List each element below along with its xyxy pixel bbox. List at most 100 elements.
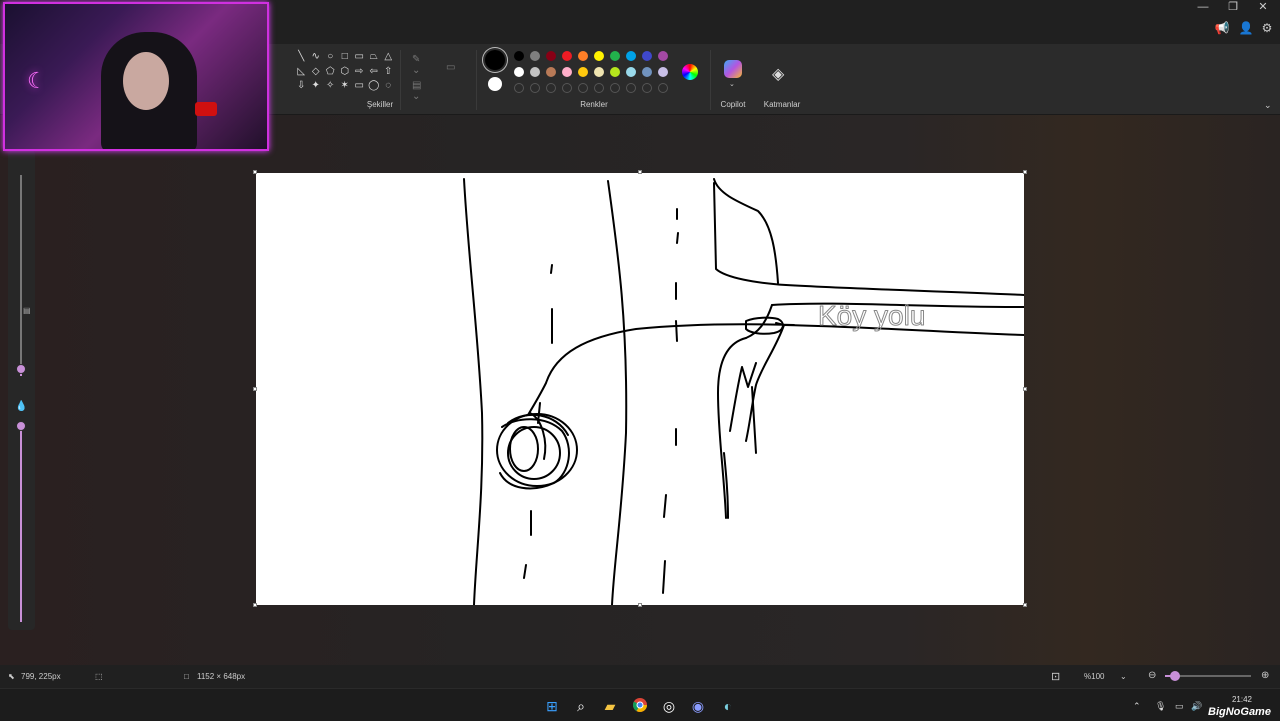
- custom-color-slot[interactable]: [546, 83, 556, 93]
- shape-tool[interactable]: ∿: [309, 50, 324, 65]
- paint-icon[interactable]: ◐: [719, 697, 737, 715]
- shape-tool[interactable]: ✦: [309, 79, 324, 94]
- layers-icon[interactable]: ◈: [772, 64, 784, 84]
- edit-colors-icon[interactable]: [682, 64, 698, 80]
- custom-color-slot[interactable]: [578, 83, 588, 93]
- color-swatch[interactable]: [626, 51, 636, 61]
- maximize-icon[interactable]: ❐: [1218, 0, 1248, 14]
- resize-handle[interactable]: [1023, 170, 1027, 174]
- shape-tool[interactable]: ○: [323, 50, 338, 65]
- shape-size-icon[interactable]: ▭: [446, 62, 455, 73]
- volume-icon[interactable]: 🔊: [1191, 701, 1202, 712]
- custom-color-slot[interactable]: [642, 83, 652, 93]
- color-swatch[interactable]: [594, 51, 604, 61]
- color-swatch[interactable]: [530, 67, 540, 77]
- color-swatch[interactable]: [594, 67, 604, 77]
- clock[interactable]: 21:42: [1228, 695, 1252, 704]
- account-icon[interactable]: 👤: [1238, 20, 1254, 36]
- resize-handle[interactable]: [638, 603, 642, 607]
- color-swatch[interactable]: [514, 51, 524, 61]
- custom-color-slot[interactable]: [594, 83, 604, 93]
- shape-tool[interactable]: ⬡: [338, 65, 353, 80]
- minimize-icon[interactable]: —: [1188, 0, 1218, 14]
- chevron-down-icon[interactable]: ⌄: [1120, 672, 1127, 681]
- shape-tool[interactable]: △: [381, 50, 396, 65]
- resize-handle[interactable]: [253, 387, 257, 391]
- copilot-button-label[interactable]: Copilot: [714, 100, 752, 109]
- color-swatch[interactable]: [642, 67, 652, 77]
- copilot-chevron-icon[interactable]: ⌄: [729, 80, 735, 88]
- color-swatch[interactable]: [562, 51, 572, 61]
- resize-handle[interactable]: [638, 170, 642, 174]
- chevron-up-icon[interactable]: ⌃: [1133, 701, 1141, 712]
- close-icon[interactable]: ✕: [1248, 0, 1278, 14]
- shape-tool[interactable]: ◇: [309, 65, 324, 80]
- resize-handle[interactable]: [1023, 603, 1027, 607]
- shape-tool[interactable]: ⇩: [294, 79, 309, 94]
- resize-handle[interactable]: [253, 603, 257, 607]
- chevron-down-icon[interactable]: ⌄: [1264, 100, 1272, 111]
- size-slider-track[interactable]: [20, 175, 22, 368]
- color-swatch[interactable]: [658, 51, 668, 61]
- shape-tool[interactable]: ⬠: [323, 65, 338, 80]
- custom-color-slot[interactable]: [658, 83, 668, 93]
- primary-color-swatch[interactable]: [485, 50, 505, 70]
- network-icon[interactable]: ▭: [1175, 701, 1184, 712]
- shape-tool[interactable]: ✧: [323, 79, 338, 94]
- fit-to-window-icon[interactable]: ⊡: [1051, 670, 1060, 683]
- color-swatch[interactable]: [658, 67, 668, 77]
- shape-tool[interactable]: ╲: [294, 50, 309, 65]
- microphone-icon[interactable]: 🎙: [1155, 701, 1166, 712]
- shape-tool[interactable]: ⇨: [352, 65, 367, 80]
- shape-tool[interactable]: ◯: [367, 79, 382, 94]
- size-slider-thumb[interactable]: [16, 364, 26, 374]
- settings-icon[interactable]: ⚙: [1259, 20, 1275, 36]
- color-swatch[interactable]: [562, 67, 572, 77]
- color-swatch[interactable]: [626, 67, 636, 77]
- copilot-icon[interactable]: [724, 60, 742, 78]
- color-swatch[interactable]: [610, 51, 620, 61]
- color-swatch[interactable]: [578, 67, 588, 77]
- zoom-in-icon[interactable]: ⊕: [1261, 670, 1269, 681]
- shape-tool[interactable]: ◌: [381, 79, 396, 94]
- zoom-slider-thumb[interactable]: [1170, 671, 1181, 681]
- custom-color-slot[interactable]: [626, 83, 636, 93]
- secondary-color-swatch[interactable]: [488, 77, 502, 91]
- color-swatch[interactable]: [578, 51, 588, 61]
- obs-icon[interactable]: ◎: [660, 697, 678, 715]
- shape-tool[interactable]: ▭: [352, 79, 367, 94]
- zoom-dropdown[interactable]: %100: [1084, 672, 1104, 681]
- chrome-icon[interactable]: [631, 697, 649, 715]
- file-explorer-icon[interactable]: ▰: [601, 697, 619, 715]
- color-swatch[interactable]: [610, 67, 620, 77]
- opacity-slider-track[interactable]: [20, 425, 22, 622]
- search-icon[interactable]: ⌕: [572, 697, 590, 715]
- custom-color-slot[interactable]: [562, 83, 572, 93]
- windows-start-icon[interactable]: ⊞: [543, 697, 561, 715]
- resize-handle[interactable]: [1023, 387, 1027, 391]
- zoom-out-icon[interactable]: ⊖: [1148, 670, 1156, 681]
- shape-tool[interactable]: ✶: [338, 79, 353, 94]
- custom-color-slot[interactable]: [610, 83, 620, 93]
- color-swatch[interactable]: [546, 51, 556, 61]
- megaphone-icon[interactable]: 📢: [1214, 20, 1230, 36]
- fill-icon[interactable]: ▤ ⌄: [412, 80, 421, 102]
- shape-tool[interactable]: ⏢: [367, 50, 382, 65]
- custom-color-slot[interactable]: [514, 83, 524, 93]
- shape-tool[interactable]: ◺: [294, 65, 309, 80]
- shape-tool[interactable]: ▭: [352, 50, 367, 65]
- resize-handle[interactable]: [253, 170, 257, 174]
- shape-tool[interactable]: ⇧: [381, 65, 396, 80]
- color-swatch[interactable]: [546, 67, 556, 77]
- drawing-canvas[interactable]: Köy yolu: [253, 170, 1027, 607]
- opacity-slider-thumb[interactable]: [16, 421, 26, 431]
- shape-tool[interactable]: □: [338, 50, 353, 65]
- color-swatch[interactable]: [514, 67, 524, 77]
- discord-icon[interactable]: ◉: [689, 697, 707, 715]
- color-swatch[interactable]: [642, 51, 652, 61]
- shape-tool[interactable]: ⇦: [367, 65, 382, 80]
- outline-icon[interactable]: ✎ ⌄: [412, 54, 420, 76]
- layers-button-label[interactable]: Katmanlar: [760, 100, 804, 109]
- custom-color-slot[interactable]: [530, 83, 540, 93]
- color-swatch[interactable]: [530, 51, 540, 61]
